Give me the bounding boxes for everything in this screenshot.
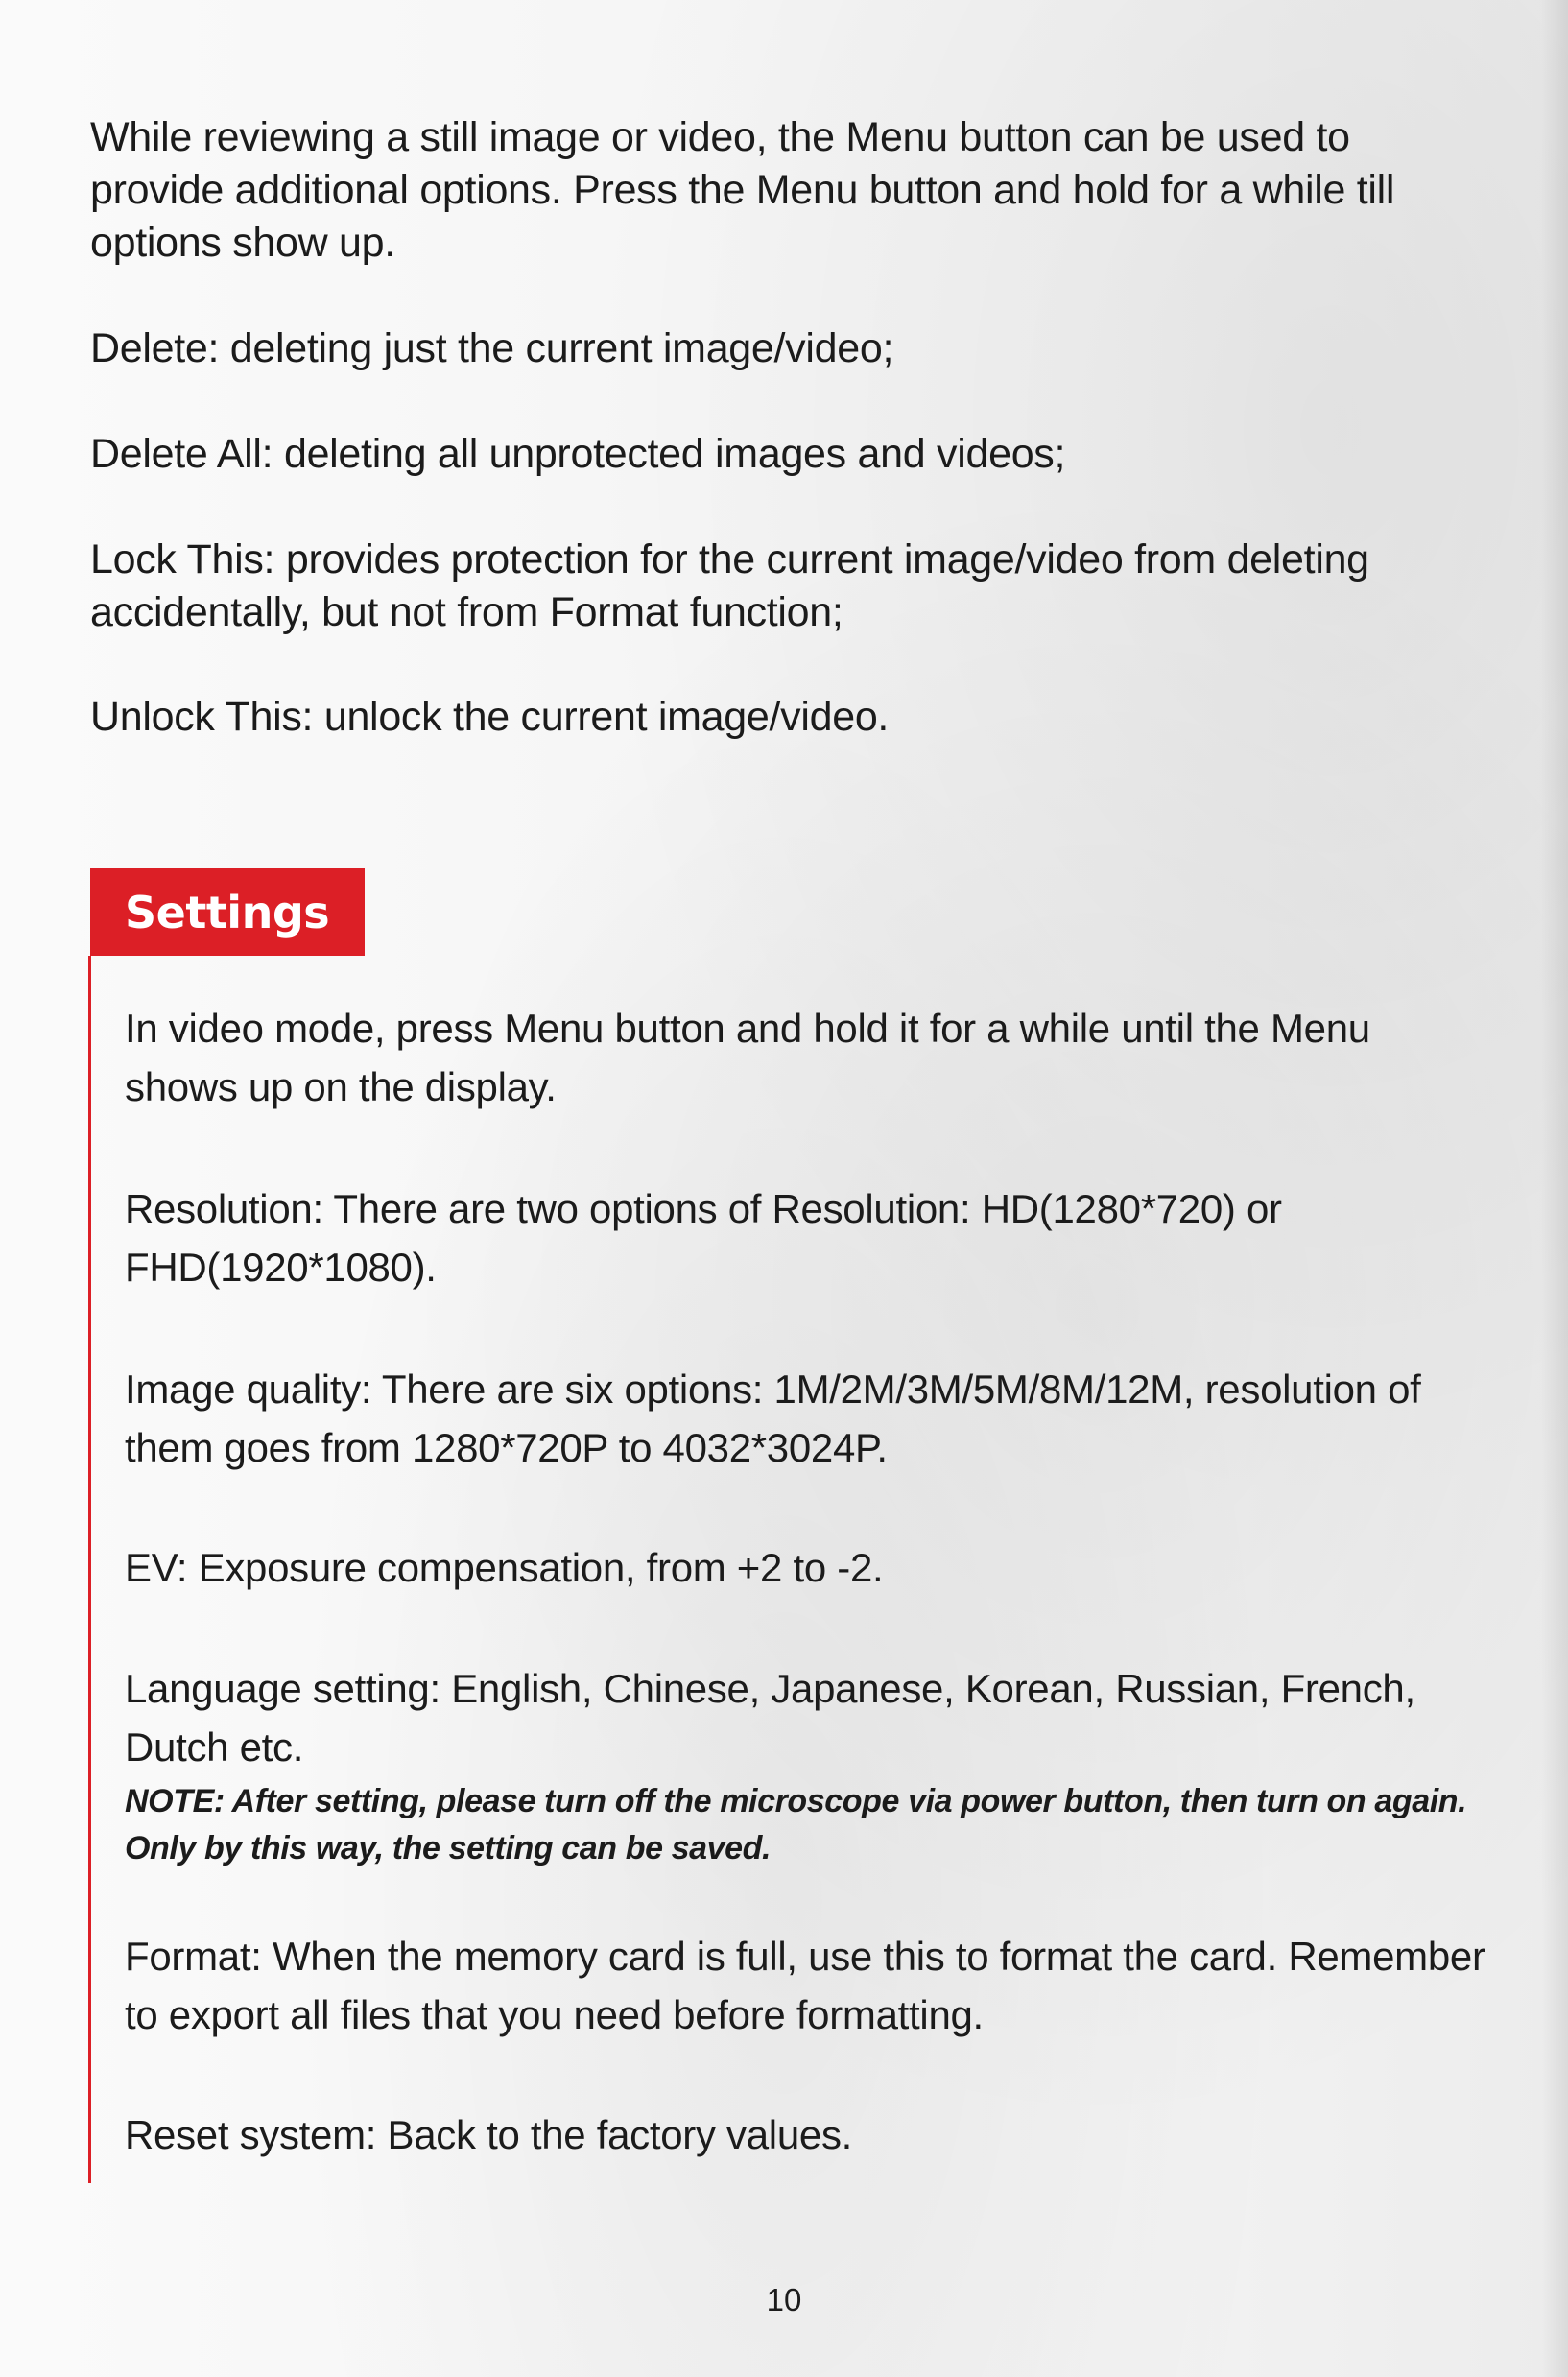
language-setting-text: Language setting: English, Chinese, Japa… — [125, 1666, 1415, 1770]
delete-option-text: Delete: deleting just the current image/… — [90, 325, 894, 371]
delete-all-option-text: Delete All: deleting all unprotected ima… — [90, 431, 1066, 477]
settings-section-rule — [88, 956, 91, 2183]
resolution-setting-text: Resolution: There are two options of Res… — [125, 1186, 1282, 1290]
review-intro-text: While reviewing a still image or video, … — [90, 114, 1395, 266]
image-quality-setting-text: Image quality: There are six options: 1M… — [125, 1367, 1421, 1470]
page-edge-shadow — [1541, 0, 1568, 2377]
reset-setting-text: Reset system: Back to the factory values… — [125, 2112, 853, 2157]
settings-heading-label: Settings — [125, 886, 330, 939]
unlock-this-option-text: Unlock This: unlock the current image/vi… — [90, 694, 890, 740]
page-number: 10 — [766, 2282, 802, 2318]
ev-setting-text: EV: Exposure compensation, from +2 to -2… — [125, 1545, 884, 1590]
settings-heading: Settings — [90, 868, 365, 956]
manual-page: While reviewing a still image or video, … — [0, 0, 1568, 2377]
format-setting-text: Format: When the memory card is full, us… — [125, 1934, 1485, 2037]
settings-intro-text: In video mode, press Menu button and hol… — [125, 1006, 1370, 1109]
lock-this-option-text: Lock This: provides protection for the c… — [90, 536, 1369, 635]
settings-note-text: NOTE: After setting, please turn off the… — [125, 1783, 1467, 1866]
